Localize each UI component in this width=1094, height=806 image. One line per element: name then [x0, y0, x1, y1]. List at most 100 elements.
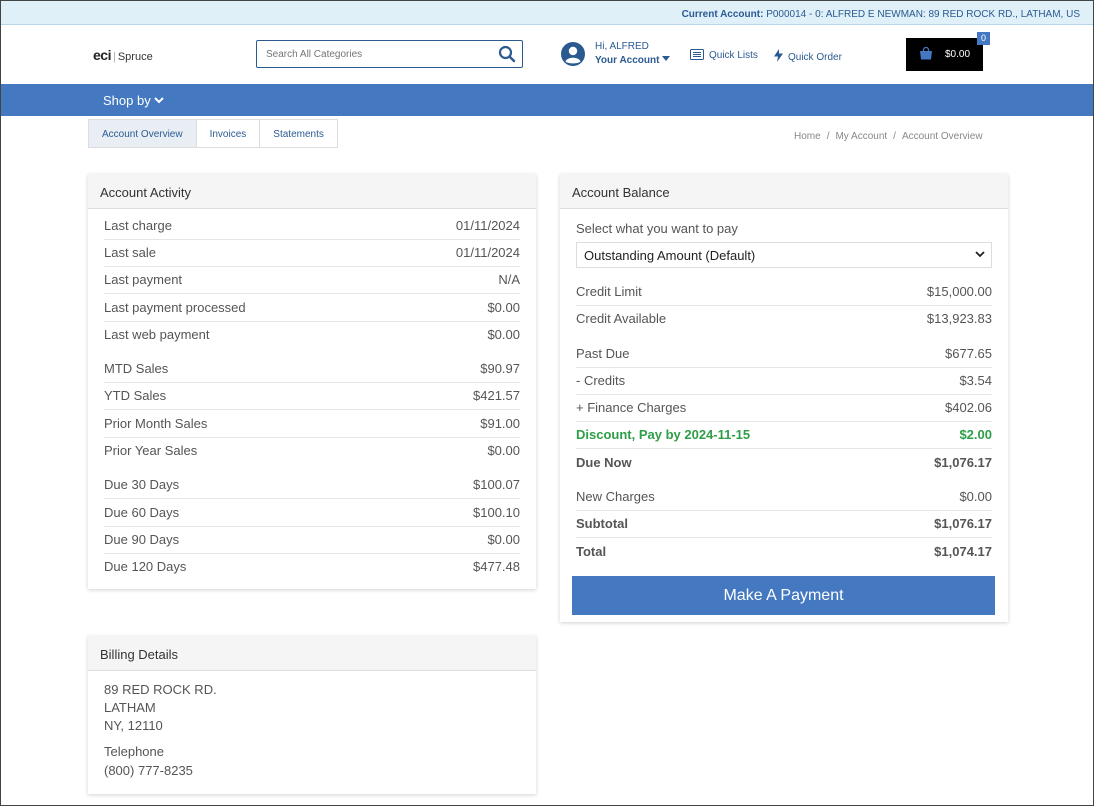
breadcrumb-home[interactable]: Home: [794, 131, 821, 142]
row-label: Last web payment: [104, 327, 210, 342]
row-value: $100.10: [473, 505, 520, 520]
billing-address-line1: 89 RED ROCK RD.: [104, 682, 217, 697]
activity-row: Last charge 01/11/2024: [104, 214, 520, 240]
account-balance-title: Account Balance: [560, 174, 1008, 209]
row-label: Discount, Pay by 2024-11-15: [576, 427, 751, 442]
breadcrumb: Home / My Account / Account Overview: [794, 131, 983, 142]
telephone-label: Telephone: [104, 744, 164, 759]
activity-row: Last payment N/A: [104, 268, 520, 294]
row-value: $0.00: [487, 443, 520, 458]
balance-row: Past Due $677.65: [576, 342, 992, 368]
activity-row: Due 60 Days $100.10: [104, 501, 520, 527]
billing-details-panel: Billing Details 89 RED ROCK RD. LATHAM N…: [88, 636, 536, 794]
balance-row: Credit Limit $15,000.00: [576, 280, 992, 306]
row-value: $3.54: [959, 373, 992, 388]
account-balance-panel: Account Balance Select what you want to …: [560, 174, 1008, 622]
row-label: Prior Month Sales: [104, 416, 208, 431]
breadcrumb-my-account[interactable]: My Account: [835, 131, 887, 142]
billing-address-line2: LATHAM: [104, 700, 156, 715]
row-value: $90.97: [480, 361, 520, 376]
activity-row: Prior Year Sales $0.00: [104, 439, 520, 465]
quick-lists-link[interactable]: Quick Lists: [690, 49, 758, 61]
row-value: $2.00: [959, 427, 992, 442]
shopping-bag-icon: [919, 46, 933, 63]
search-input[interactable]: [257, 41, 492, 67]
total-row: Total $1,074.17: [576, 540, 992, 566]
row-value: $1,076.17: [934, 455, 992, 470]
row-label: MTD Sales: [104, 361, 169, 376]
balance-row: - Credits $3.54: [576, 369, 992, 395]
row-value: $677.65: [945, 346, 992, 361]
row-label: Due 60 Days: [104, 505, 180, 520]
tab-statements[interactable]: Statements: [259, 119, 338, 148]
row-label: Due 30 Days: [104, 477, 180, 492]
activity-row: Due 90 Days $0.00: [104, 528, 520, 554]
row-label: Total: [576, 544, 607, 559]
chevron-down-icon: [154, 97, 165, 104]
billing-details-title: Billing Details: [88, 636, 536, 671]
quick-order-link[interactable]: Quick Order: [774, 49, 842, 63]
current-account-bar: Current Account: P000014 - 0: ALFRED E N…: [1, 1, 1093, 25]
row-value: $1,074.17: [934, 544, 992, 559]
pay-select-label: Select what you want to pay: [576, 221, 738, 236]
activity-row: Prior Month Sales $91.00: [104, 412, 520, 438]
row-label: YTD Sales: [104, 388, 167, 403]
quick-lists-label: Quick Lists: [709, 50, 758, 61]
search-icon[interactable]: [498, 45, 516, 68]
cart-count-badge: 0: [977, 32, 990, 45]
logo-product: Spruce: [117, 51, 153, 63]
account-tabs: Account Overview Invoices Statements: [88, 119, 338, 148]
account-activity-panel: Account Activity Last charge 01/11/2024 L…: [88, 174, 536, 589]
shop-by-menu[interactable]: Shop by: [103, 93, 165, 108]
due-now-row: Due Now $1,076.17: [576, 451, 992, 477]
logo-brand: eci: [93, 47, 111, 63]
breadcrumb-current: Account Overview: [901, 131, 983, 142]
balance-row: + Finance Charges $402.06: [576, 396, 992, 422]
row-label: - Credits: [576, 373, 626, 388]
row-label: Due 90 Days: [104, 532, 180, 547]
your-account-link[interactable]: Your Account: [595, 55, 671, 66]
row-label: Due Now: [576, 455, 632, 470]
row-label: Last charge: [104, 218, 172, 233]
cart-button[interactable]: $0.00 0: [906, 32, 990, 71]
row-label: New Charges: [576, 489, 655, 504]
make-payment-button[interactable]: Make A Payment: [572, 576, 995, 615]
row-value: $13,923.83: [926, 311, 992, 326]
chevron-down-icon: [975, 251, 985, 258]
row-label: Credit Available: [576, 311, 667, 326]
activity-row: Last payment processed $0.00: [104, 296, 520, 322]
row-label: Past Due: [576, 346, 630, 361]
balance-row: New Charges $0.00: [576, 485, 992, 511]
activity-row: YTD Sales $421.57: [104, 384, 520, 410]
billing-address-line3: NY, 12110: [104, 718, 163, 733]
row-value: 01/11/2024: [455, 218, 520, 233]
activity-row: Last web payment $0.00: [104, 323, 520, 349]
user-avatar-icon: [560, 41, 586, 72]
subtotal-row: Subtotal $1,076.17: [576, 512, 992, 538]
pay-amount-select[interactable]: Outstanding Amount (Default): [576, 242, 992, 268]
activity-row: Last sale 01/11/2024: [104, 241, 520, 267]
discount-row: Discount, Pay by 2024-11-15 $2.00: [576, 423, 992, 449]
row-value: $0.00: [487, 532, 520, 547]
row-label: Prior Year Sales: [104, 443, 198, 458]
row-value: $0.00: [487, 327, 520, 342]
row-label: + Finance Charges: [576, 400, 687, 415]
row-value: $402.06: [945, 400, 992, 415]
tab-invoices[interactable]: Invoices: [195, 119, 261, 148]
row-value: $0.00: [487, 300, 520, 315]
row-value: $100.07: [473, 477, 520, 492]
activity-row: MTD Sales $90.97: [104, 357, 520, 383]
row-label: Due 120 Days: [104, 559, 187, 574]
tab-account-overview[interactable]: Account Overview: [88, 119, 197, 148]
main-nav: Shop by: [1, 84, 1093, 116]
pay-amount-select-value: Outstanding Amount (Default): [584, 248, 756, 263]
row-label: Last payment processed: [104, 300, 246, 315]
row-value: N/A: [498, 272, 520, 287]
logo[interactable]: eci | Spruce: [93, 47, 153, 63]
user-greeting: Hi, ALFRED: [595, 41, 649, 52]
row-value: $15,000.00: [926, 284, 992, 299]
row-label: Last payment: [104, 272, 183, 287]
row-value: $421.57: [473, 388, 520, 403]
row-value: $1,076.17: [934, 516, 992, 531]
row-value: $0.00: [959, 489, 992, 504]
